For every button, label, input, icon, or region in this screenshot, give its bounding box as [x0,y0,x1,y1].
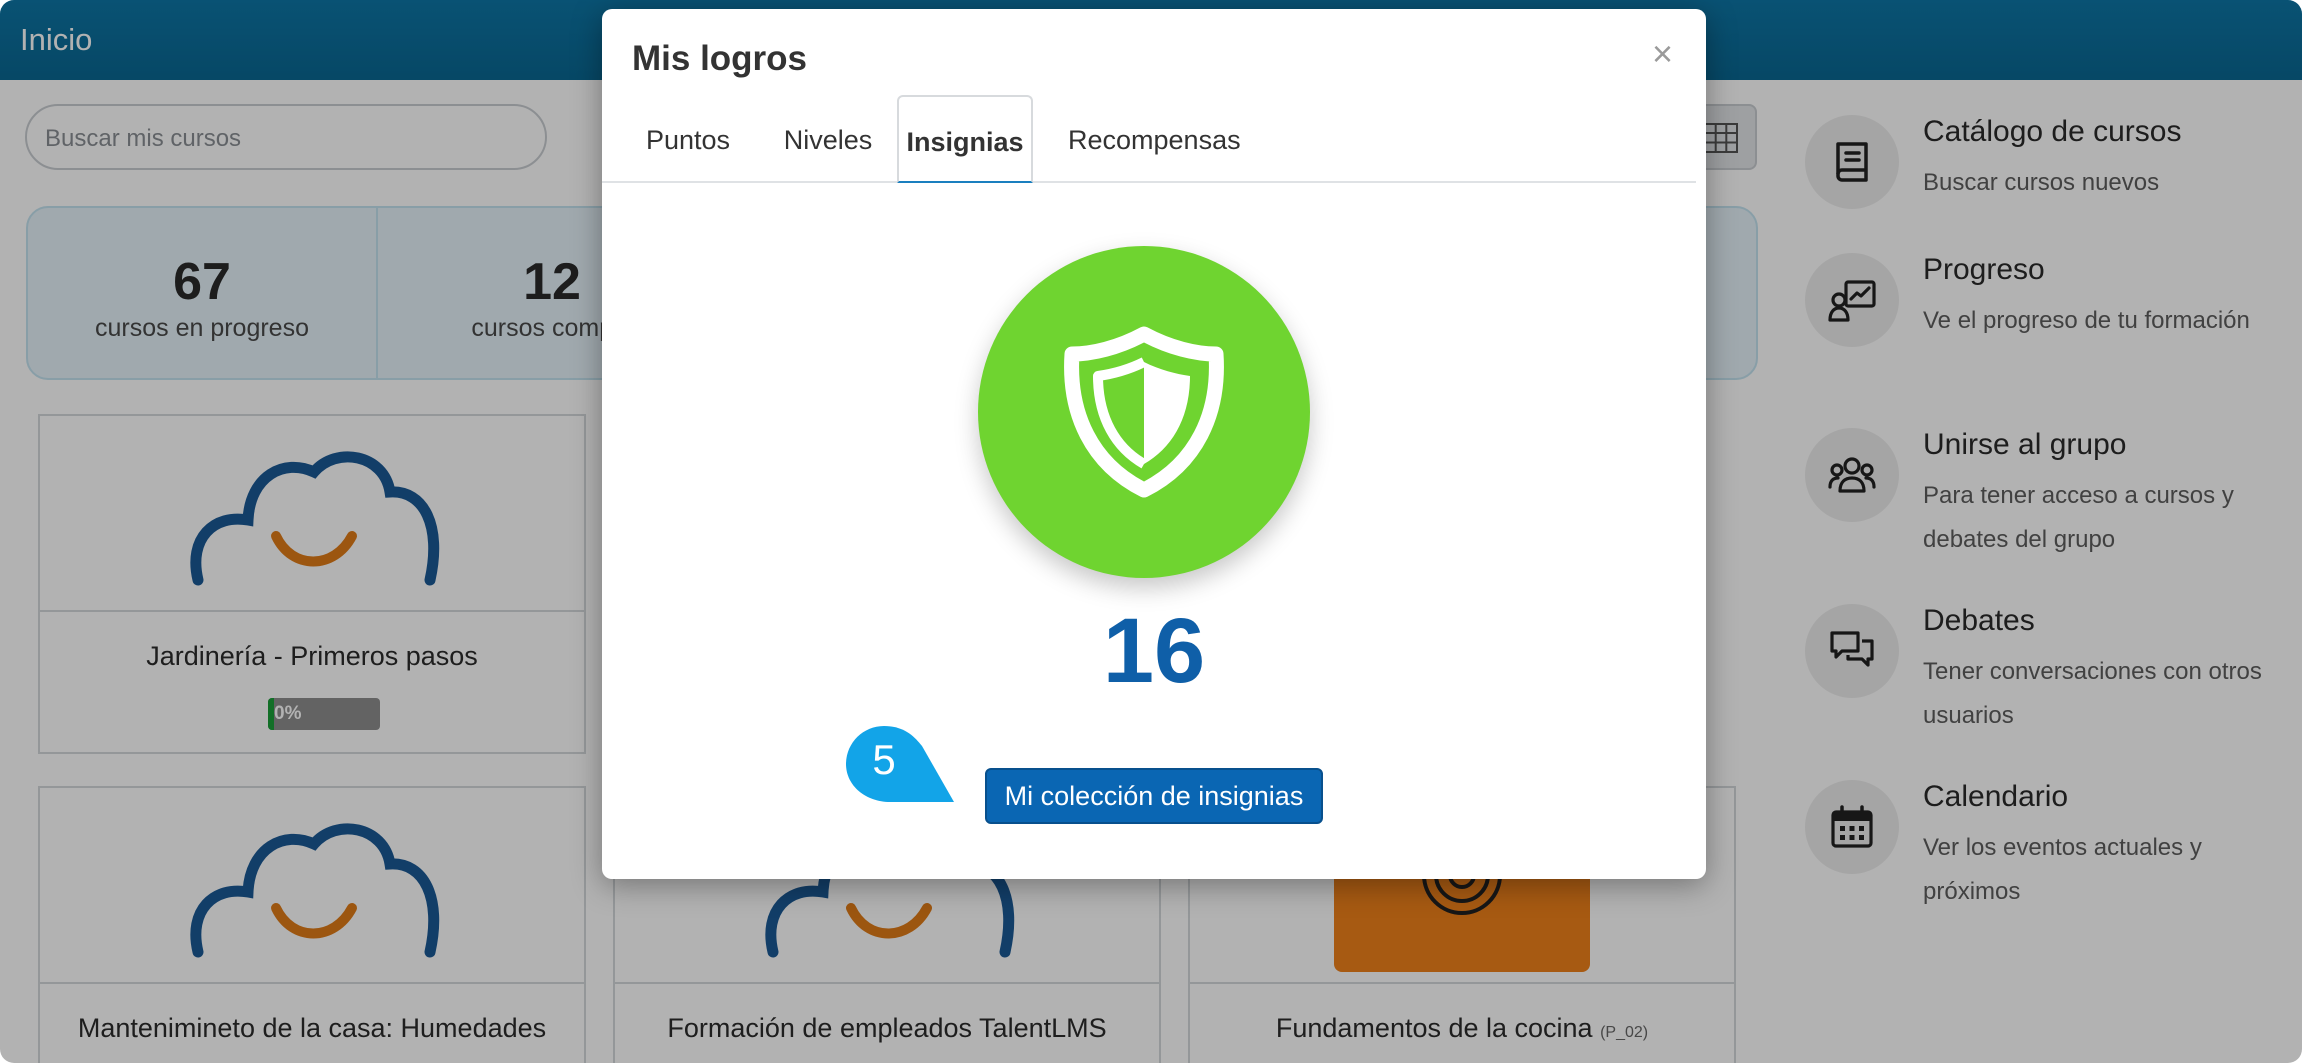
modal-tabs: Puntos Niveles Insignias Recompensas [602,95,1696,183]
tab-recompensas[interactable]: Recompensas [1068,95,1241,183]
shield-icon [1064,326,1224,498]
close-icon[interactable]: × [1652,33,1673,75]
step-marker: 5 [846,726,956,806]
modal-title: Mis logros [632,39,808,78]
step-marker-number: 5 [872,736,896,783]
tab-puntos[interactable]: Puntos [624,95,752,183]
badge-count: 16 [1102,600,1206,702]
badge-summary-circle [978,246,1310,578]
tab-niveles[interactable]: Niveles [766,95,890,183]
achievements-modal: Mis logros × Puntos Niveles Insignias Re… [602,9,1706,879]
tab-insignias[interactable]: Insignias [897,95,1033,183]
badge-collection-button[interactable]: Mi colección de insignias [985,768,1323,824]
